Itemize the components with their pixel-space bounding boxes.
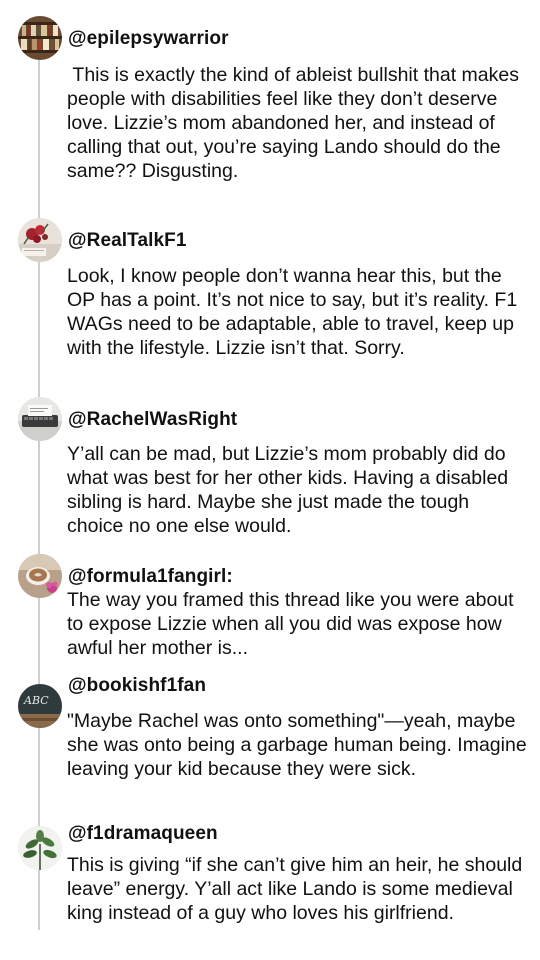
typewriter-avatar[interactable] <box>18 397 62 441</box>
coffee-flower-avatar[interactable] <box>18 554 62 598</box>
roses-avatar[interactable] <box>18 218 62 262</box>
username-handle[interactable]: @formula1fangirl: <box>68 566 233 588</box>
post-text: "Maybe Rachel was onto something"—yeah, … <box>67 710 533 780</box>
bookshelf-avatar[interactable] <box>18 16 62 60</box>
chalkboard-avatar[interactable]: ABC <box>18 684 62 728</box>
username-handle[interactable]: @epilepsywarrior <box>68 28 229 50</box>
username-handle[interactable]: @RachelWasRight <box>68 409 237 431</box>
username-handle[interactable]: @f1dramaqueen <box>68 823 218 845</box>
plant-avatar[interactable] <box>18 826 62 870</box>
chalkboard-label: ABC <box>23 694 49 707</box>
post-text: Look, I know people don’t wanna hear thi… <box>67 265 523 359</box>
username-handle[interactable]: @bookishf1fan <box>68 675 206 697</box>
post-text: The way you framed this thread like you … <box>67 589 519 659</box>
post-text: This is giving “if she can’t give him an… <box>67 854 528 924</box>
post-text: Y’all can be mad, but Lizzie’s mom proba… <box>67 443 514 537</box>
thread-connector-line <box>38 30 40 930</box>
post-text: This is exactly the kind of ableist bull… <box>67 64 525 182</box>
username-handle[interactable]: @RealTalkF1 <box>68 230 187 252</box>
